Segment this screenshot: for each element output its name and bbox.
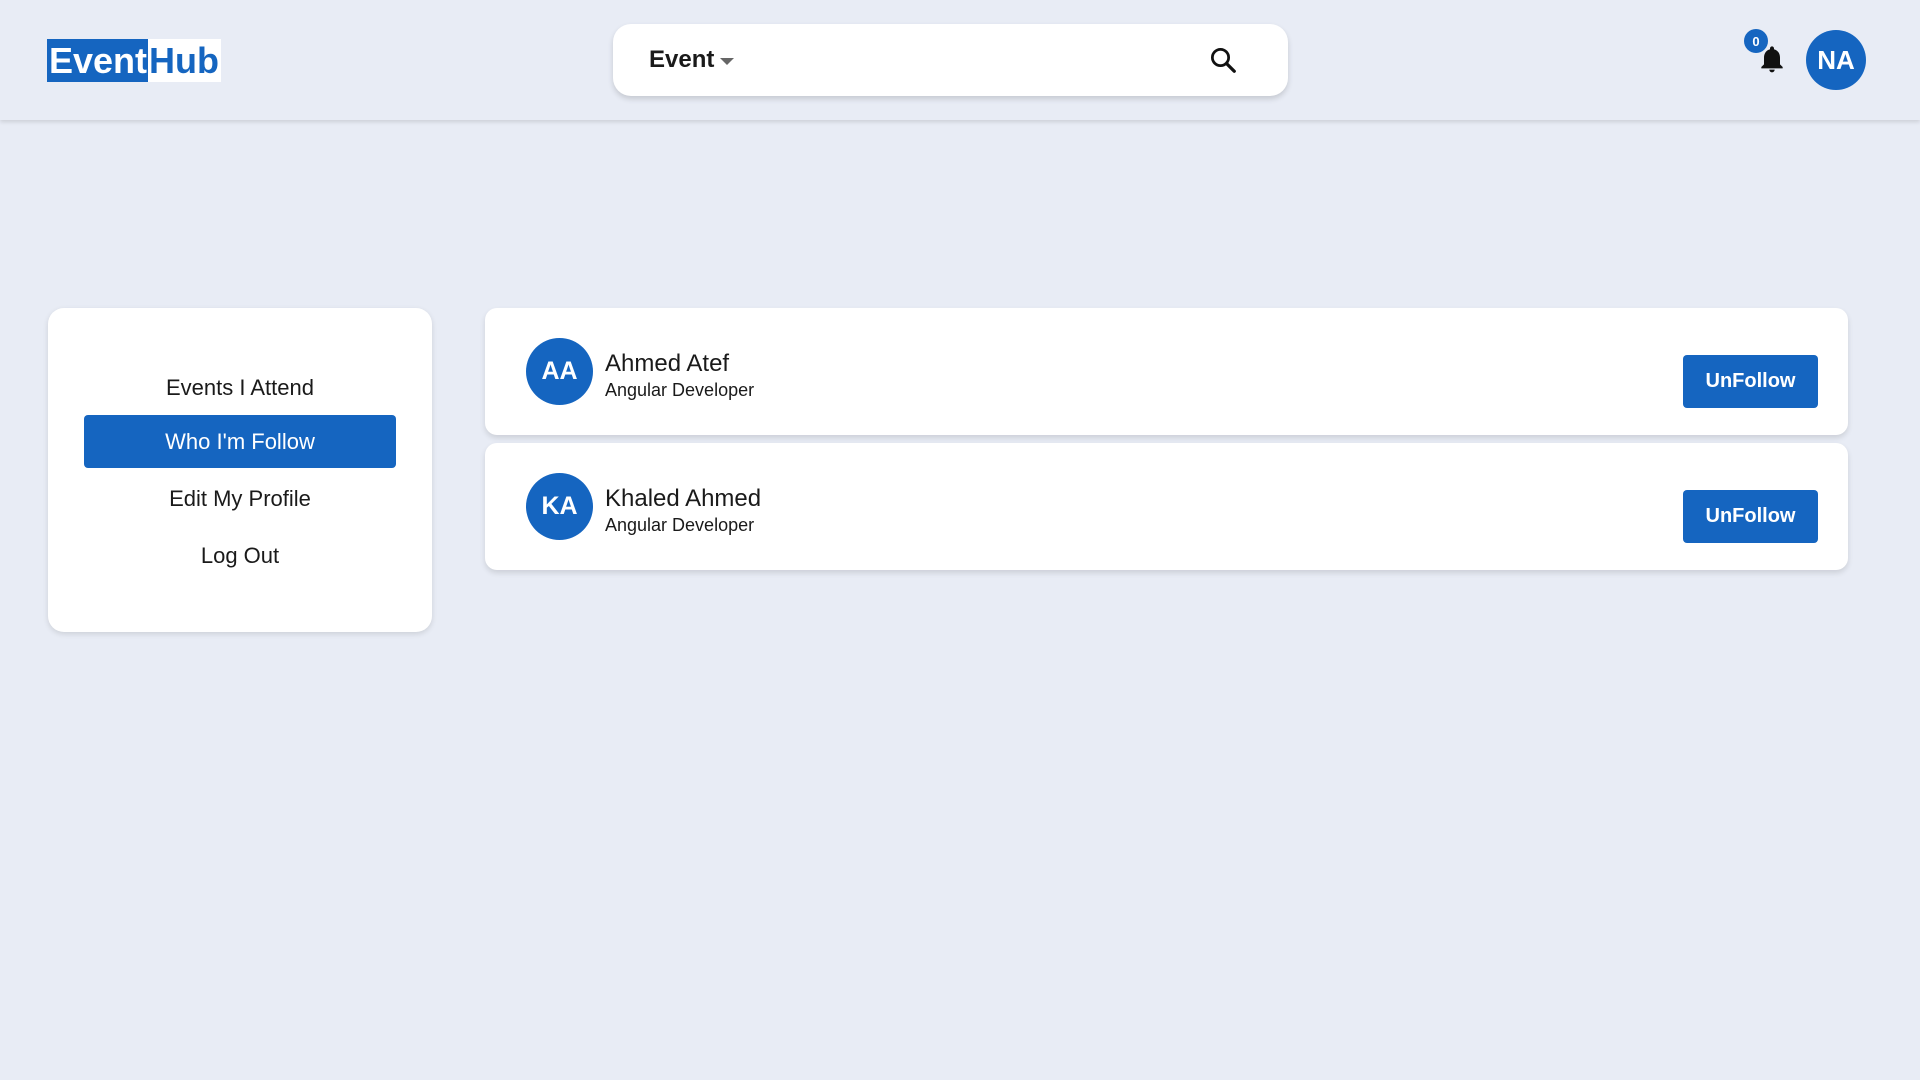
eventhub-logo[interactable]: Event Hub xyxy=(47,39,222,82)
search-input[interactable] xyxy=(793,40,1193,80)
logo-text-hub: Hub xyxy=(148,39,222,82)
notification-count-badge: 0 xyxy=(1744,29,1768,53)
top-header: Event Hub Event 0 NA xyxy=(0,0,1920,120)
following-avatar: KA xyxy=(526,473,593,540)
menu-item-events-i-attend[interactable]: Events I Attend xyxy=(84,361,396,414)
following-card: AA Ahmed Atef Angular Developer UnFollow xyxy=(485,308,1848,435)
profile-side-menu: Events I Attend Who I'm Follow Edit My P… xyxy=(48,308,432,632)
following-role: Angular Developer xyxy=(605,380,755,400)
search-category-select[interactable]: Event xyxy=(649,24,735,96)
menu-item-log-out[interactable]: Log Out xyxy=(84,529,396,582)
following-card: KA Khaled Ahmed Angular Developer UnFoll… xyxy=(485,443,1848,570)
following-avatar: AA xyxy=(526,338,593,405)
logo-text-event: Event xyxy=(47,39,149,82)
following-name: Khaled Ahmed xyxy=(605,485,762,512)
search-icon xyxy=(1211,48,1236,73)
menu-item-who-im-follow[interactable]: Who I'm Follow xyxy=(84,415,396,468)
following-name: Ahmed Atef xyxy=(605,350,730,377)
user-avatar[interactable]: NA xyxy=(1806,30,1866,90)
unfollow-button[interactable]: UnFollow xyxy=(1683,490,1818,543)
caret-down-icon xyxy=(720,57,735,65)
search-category-label: Event xyxy=(649,46,715,73)
search-bar: Event xyxy=(613,24,1288,96)
unfollow-button[interactable]: UnFollow xyxy=(1683,355,1818,408)
menu-item-edit-my-profile[interactable]: Edit My Profile xyxy=(84,472,396,525)
following-role: Angular Developer xyxy=(605,515,755,535)
search-button[interactable] xyxy=(1203,42,1243,78)
